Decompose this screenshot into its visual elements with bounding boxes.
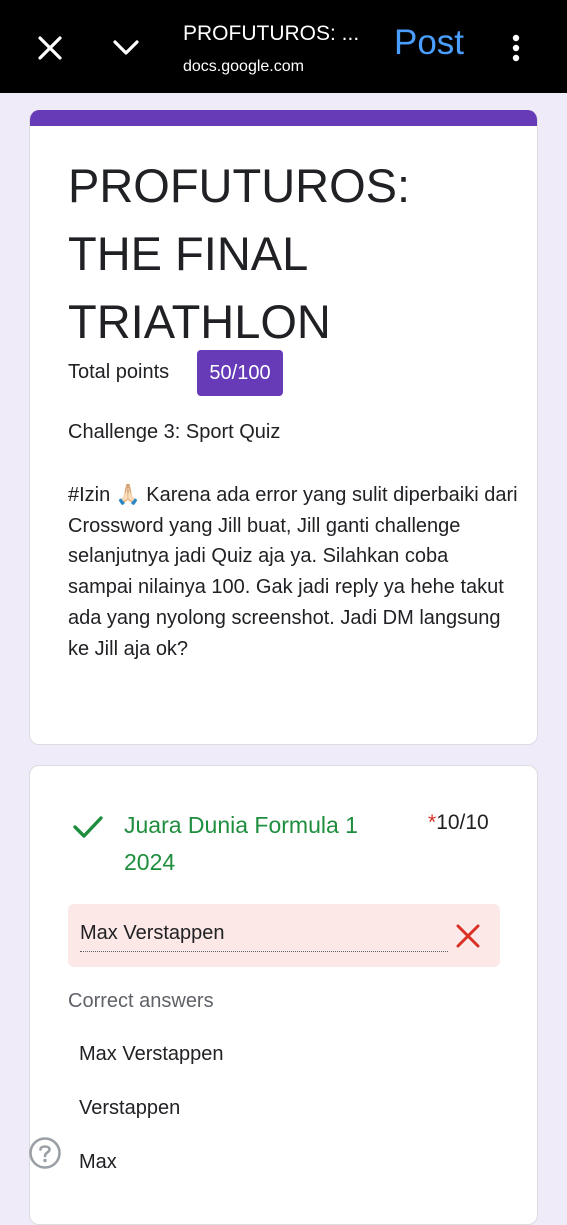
- answer-box: Max Verstappen: [68, 904, 500, 967]
- form-header-card: PROFUTUROS: THE FINAL TRIATHLON Total po…: [29, 110, 538, 745]
- top-app-bar: PROFUTUROS: ... docs.google.com Post: [0, 0, 567, 93]
- total-points-label: Total points: [68, 361, 170, 383]
- form-description: #Izin 🙏🏻 Karena ada error yang sulit dip…: [68, 484, 518, 660]
- correct-answers-heading: Correct answers: [68, 990, 214, 1012]
- close-button[interactable]: [30, 28, 70, 68]
- question-title: Juara Dunia Formula 1 2024: [124, 812, 358, 875]
- question-score: *10/10: [428, 811, 489, 835]
- more-vert-icon: [512, 34, 520, 62]
- correct-answer-item: Verstappen: [79, 1097, 181, 1119]
- expand-button[interactable]: [106, 28, 146, 68]
- challenge-label: Challenge 3: Sport Quiz: [68, 421, 281, 443]
- score-badge: 50/100: [197, 350, 283, 396]
- form-title: PROFUTUROS: THE FINAL TRIATHLON: [68, 152, 508, 356]
- page-url: docs.google.com: [183, 58, 304, 75]
- chevron-down-icon: [113, 40, 139, 55]
- question-points: 10/10: [436, 811, 489, 834]
- form-title-line: TRIATHLON: [68, 295, 331, 348]
- answer-text: Max Verstappen: [80, 922, 448, 952]
- correct-answer-item: Max Verstappen: [79, 1043, 224, 1065]
- wrong-x-icon: [456, 924, 480, 948]
- form-title-line: PROFUTUROS:: [68, 159, 411, 212]
- more-options-button[interactable]: [502, 28, 530, 68]
- help-icon[interactable]: [28, 1136, 62, 1170]
- form-title-line: THE FINAL: [68, 227, 309, 280]
- correct-answer-item: Max: [79, 1151, 117, 1173]
- check-icon: [73, 816, 103, 838]
- close-icon: [38, 36, 62, 60]
- required-mark: *: [428, 811, 437, 834]
- question-card: Juara Dunia Formula 1 2024 *10/10 Max Ve…: [29, 765, 538, 1225]
- page-title: PROFUTUROS: ...: [183, 22, 360, 45]
- form-accent-bar: [30, 110, 537, 126]
- post-button[interactable]: Post: [394, 22, 464, 64]
